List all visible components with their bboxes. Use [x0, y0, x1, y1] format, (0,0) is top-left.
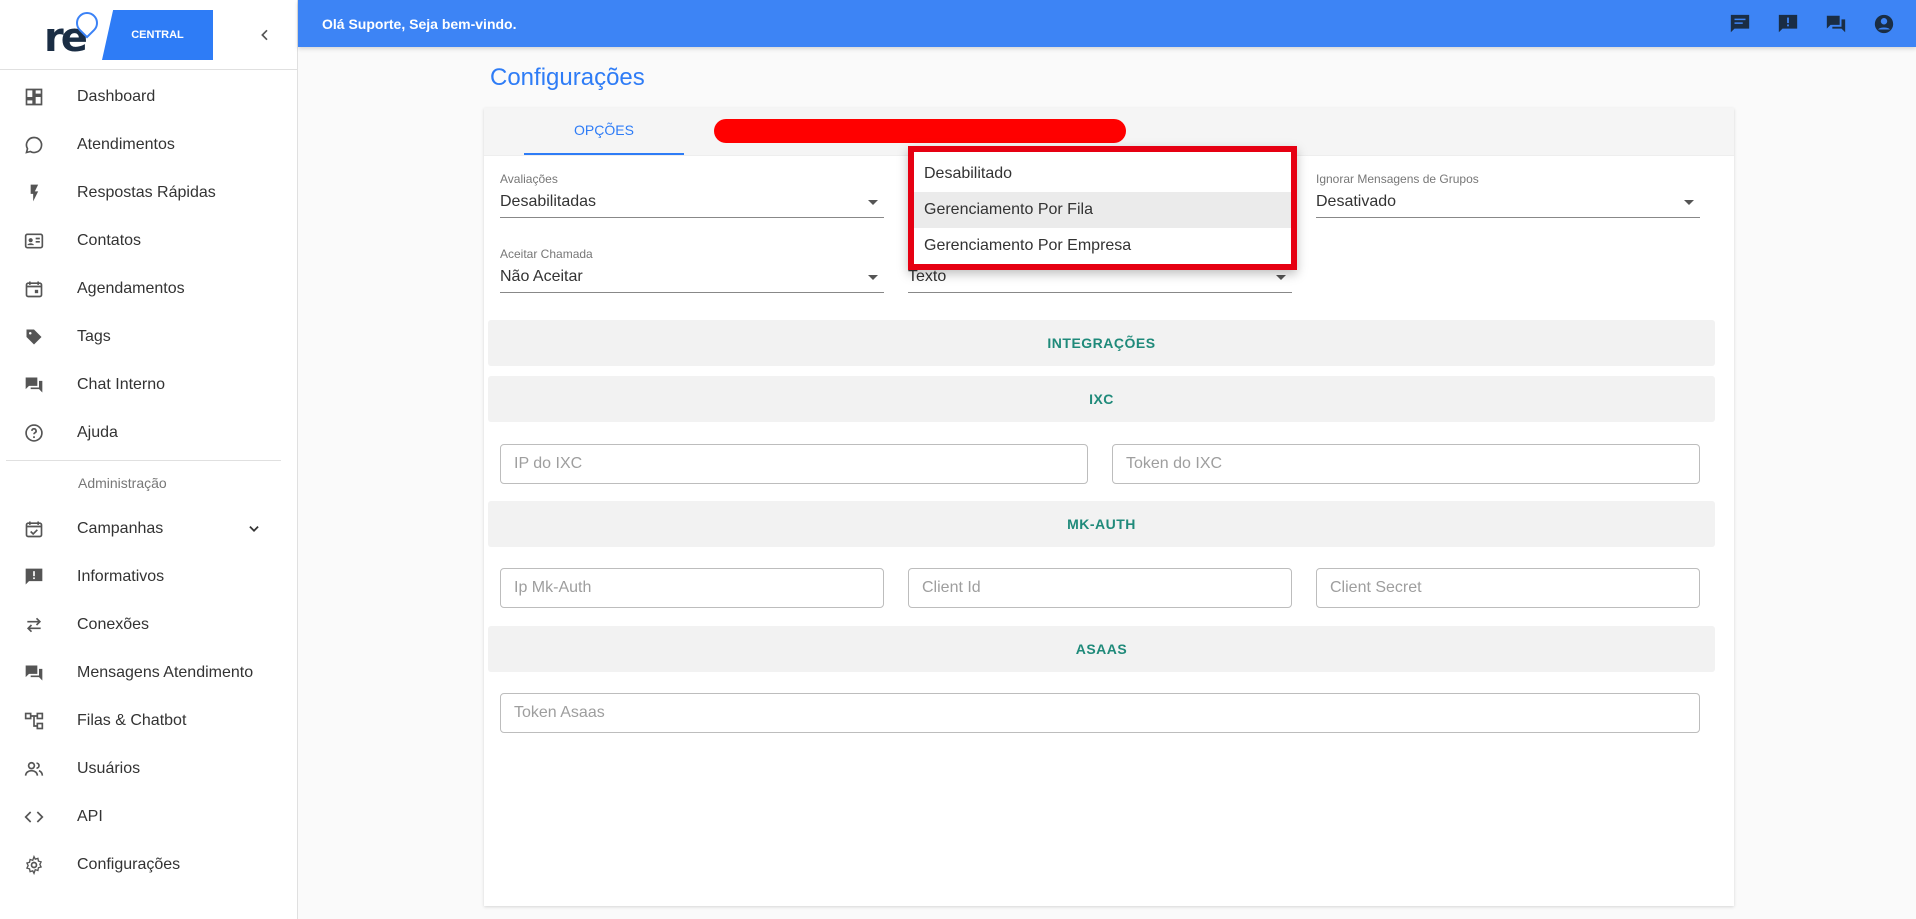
dashboard-icon [23, 86, 45, 108]
redacted-tab [714, 119, 1126, 143]
brand-header: re CENTRAL [0, 0, 297, 70]
ixc-token-input[interactable]: Token do IXC [1112, 444, 1700, 484]
forum-icon[interactable] [1824, 12, 1848, 36]
section-ixc: IXC [488, 376, 1715, 422]
logo: re CENTRAL [40, 7, 213, 60]
ignorar-grupos-field: Ignorar Mensagens de Grupos Desativado [1316, 172, 1700, 218]
forum-icon [23, 662, 45, 684]
flash-icon [23, 182, 45, 204]
mk-auth-client-secret-input[interactable]: Client Secret [1316, 568, 1700, 608]
topbar: Olá Suporte, Seja bem-vindo. [298, 0, 1916, 47]
chevron-down-icon [249, 526, 259, 532]
sidebar-item-campanhas[interactable]: Campanhas [0, 505, 297, 553]
section-integracoes: INTEGRAÇÕES [488, 320, 1715, 366]
menu-option-gerenciamento-fila[interactable]: Gerenciamento Por Fila [914, 192, 1291, 228]
admin-section-header: Administração [78, 475, 167, 491]
sidebar-item-ajuda[interactable]: Ajuda [0, 409, 297, 457]
aceitar-chamada-select[interactable]: Não Aceitar [500, 261, 884, 293]
dropdown-arrow-icon [1684, 200, 1694, 205]
section-asaas: ASAAS [488, 626, 1715, 672]
menu-option-desabilitado[interactable]: Desabilitado [914, 156, 1291, 192]
chevron-left-icon [261, 29, 268, 41]
topbar-icons [1704, 12, 1896, 36]
sidebar-item-configuracoes[interactable]: Configurações [0, 841, 297, 889]
sidebar-item-api[interactable]: API [0, 793, 297, 841]
calendar-icon [23, 278, 45, 300]
gear-icon [23, 854, 45, 876]
logo-central-label: CENTRAL [102, 10, 213, 60]
welcome-text: Olá Suporte, Seja bem-vindo. [322, 15, 517, 32]
tag-icon [23, 326, 45, 348]
account-circle-icon[interactable] [1872, 12, 1896, 36]
mk-auth-client-id-input[interactable]: Client Id [908, 568, 1292, 608]
whatsapp-icon [23, 134, 45, 156]
code-icon [23, 806, 45, 828]
sidebar-item-conexoes[interactable]: Conexões [0, 601, 297, 649]
forum-icon [23, 374, 45, 396]
sidebar-item-atendimentos[interactable]: Atendimentos [0, 121, 297, 169]
event-check-icon [23, 518, 45, 540]
ixc-ip-input[interactable]: IP do IXC [500, 444, 1088, 484]
sidebar-item-dashboard[interactable]: Dashboard [0, 73, 297, 121]
sidebar-item-mensagens-atendimento[interactable]: Mensagens Atendimento [0, 649, 297, 697]
sidebar-item-agendamentos[interactable]: Agendamentos [0, 265, 297, 313]
help-icon [23, 422, 45, 444]
asaas-token-input[interactable]: Token Asaas [500, 693, 1700, 733]
sidebar-item-filas-chatbot[interactable]: Filas & Chatbot [0, 697, 297, 745]
sidebar-item-informativos[interactable]: Informativos [0, 553, 297, 601]
avaliacoes-field: Avaliações Desabilitadas [500, 172, 884, 218]
sidebar: re CENTRAL Dashboard Atendimentos Respos… [0, 0, 298, 919]
collapse-sidebar-button[interactable] [252, 22, 278, 48]
dropdown-arrow-icon [868, 200, 878, 205]
sidebar-item-tags[interactable]: Tags [0, 313, 297, 361]
main-nav: Dashboard Atendimentos Respostas Rápidas… [0, 73, 297, 457]
dropdown-arrow-icon [1276, 275, 1286, 280]
ignorar-grupos-select[interactable]: Desativado [1316, 186, 1700, 218]
chat-icon[interactable] [1728, 12, 1752, 36]
dropdown-menu: Desabilitado Gerenciamento Por Fila Gere… [908, 146, 1297, 270]
sidebar-item-usuarios[interactable]: Usuários [0, 745, 297, 793]
account-tree-icon [23, 710, 45, 732]
sidebar-item-respostas-rapidas[interactable]: Respostas Rápidas [0, 169, 297, 217]
page-title: Configurações [490, 64, 645, 91]
avaliacoes-select[interactable]: Desabilitadas [500, 186, 884, 218]
announcement-icon [23, 566, 45, 588]
aceitar-chamada-field: Aceitar Chamada Não Aceitar [500, 247, 884, 293]
announcement-icon[interactable] [1776, 12, 1800, 36]
admin-nav: Campanhas Informativos Conexões Mensagen… [0, 505, 297, 889]
mk-auth-ip-input[interactable]: Ip Mk-Auth [500, 568, 884, 608]
menu-option-gerenciamento-empresa[interactable]: Gerenciamento Por Empresa [914, 228, 1291, 264]
sidebar-item-contatos[interactable]: Contatos [0, 217, 297, 265]
dropdown-arrow-icon [868, 275, 878, 280]
swap-icon [23, 614, 45, 636]
section-mk-auth: MK-AUTH [488, 501, 1715, 547]
people-icon [23, 758, 45, 780]
sidebar-item-chat-interno[interactable]: Chat Interno [0, 361, 297, 409]
contact-card-icon [23, 230, 45, 252]
tab-options[interactable]: OPÇÕES [524, 107, 684, 155]
